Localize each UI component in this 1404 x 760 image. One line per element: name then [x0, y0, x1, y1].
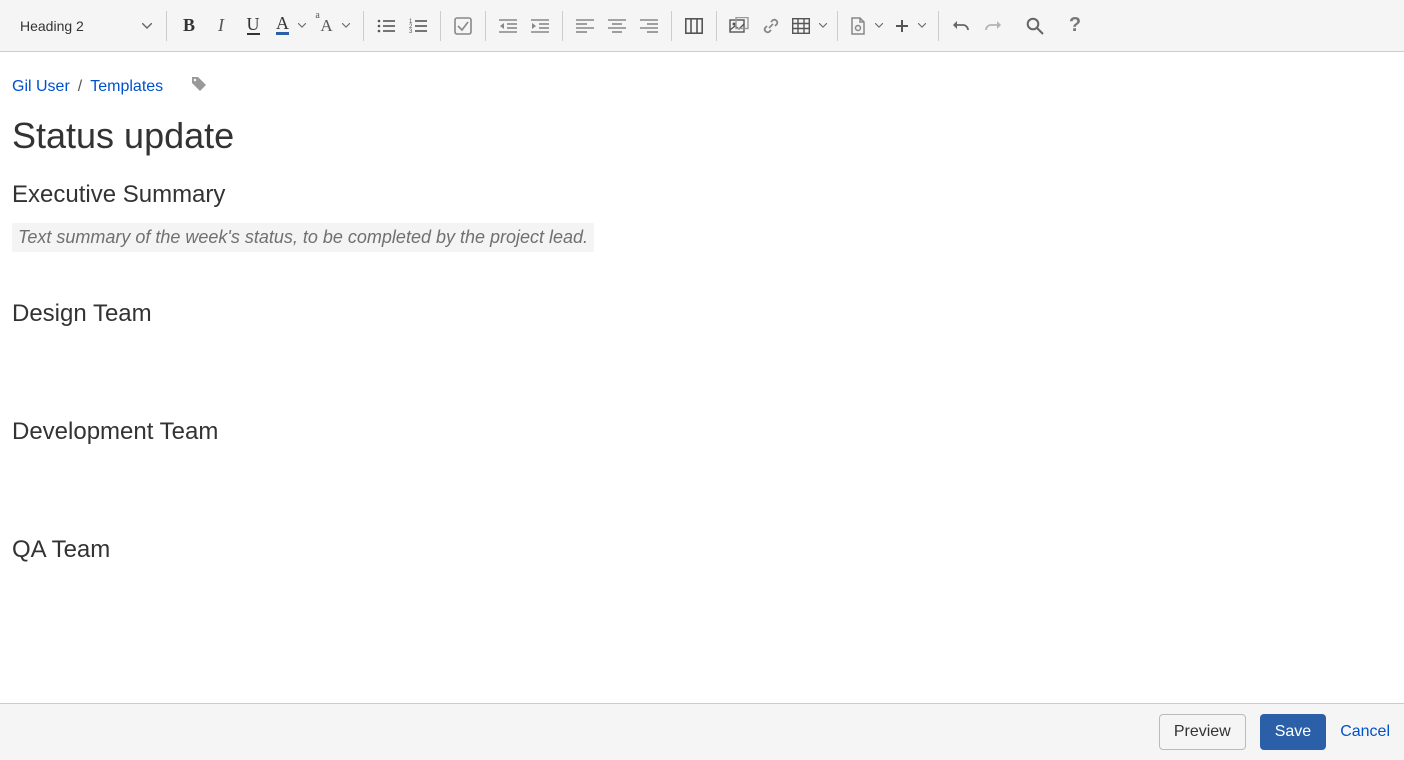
toolbar-separator [716, 11, 717, 41]
paragraph-style-label: Heading 2 [20, 18, 84, 34]
search-icon [1026, 17, 1044, 35]
align-center-icon [608, 18, 626, 34]
numbered-list-button[interactable]: 1 2 3 [402, 11, 434, 41]
align-left-button[interactable] [569, 11, 601, 41]
task-list-icon [454, 17, 472, 35]
task-list-button[interactable] [447, 11, 479, 41]
toolbar-separator [671, 11, 672, 41]
editor-toolbar: Heading 2 B I U A aA 1 2 3 [0, 0, 1404, 52]
plus-icon [895, 19, 909, 33]
page-layout-button[interactable] [678, 11, 710, 41]
breadcrumb: Gil User / Templates [12, 76, 1404, 97]
image-icon [729, 17, 749, 35]
text-color-button[interactable]: A [269, 11, 313, 41]
find-replace-button[interactable] [1019, 11, 1051, 41]
align-center-button[interactable] [601, 11, 633, 41]
caret-down-icon [342, 23, 350, 28]
template-icon [850, 17, 866, 35]
caret-down-icon [142, 23, 152, 29]
editor-footer: Preview Save Cancel [0, 703, 1404, 760]
breadcrumb-link-user[interactable]: Gil User [12, 78, 70, 96]
indent-icon [531, 18, 549, 34]
redo-icon [984, 18, 1002, 34]
link-icon [762, 17, 780, 35]
caret-down-icon [819, 23, 827, 28]
section-heading-executive-summary[interactable]: Executive Summary [12, 181, 1404, 209]
italic-icon: I [218, 15, 224, 36]
italic-button[interactable]: I [205, 11, 237, 41]
toolbar-separator [562, 11, 563, 41]
save-button[interactable]: Save [1260, 714, 1326, 750]
underline-button[interactable]: U [237, 11, 269, 41]
bold-icon: B [183, 15, 195, 36]
breadcrumb-link-templates[interactable]: Templates [90, 78, 163, 96]
section-heading-development[interactable]: Development Team [12, 418, 1404, 446]
section-heading-qa[interactable]: QA Team [12, 536, 1404, 564]
text-color-icon: A [276, 16, 289, 35]
help-icon: ? [1069, 14, 1081, 37]
page-title[interactable]: Status update [12, 115, 1404, 157]
toolbar-separator [363, 11, 364, 41]
placeholder-text[interactable]: Text summary of the week's status, to be… [12, 223, 594, 252]
toolbar-separator [485, 11, 486, 41]
svg-text:3: 3 [409, 29, 413, 34]
page-layout-icon [685, 18, 703, 34]
preview-button[interactable]: Preview [1159, 714, 1246, 750]
editor-content[interactable]: Gil User / Templates Status update Execu… [0, 52, 1404, 564]
labels-icon[interactable] [191, 76, 207, 97]
bullet-list-icon [377, 18, 395, 34]
align-left-icon [576, 18, 594, 34]
indent-button[interactable] [524, 11, 556, 41]
undo-icon [952, 18, 970, 34]
undo-button[interactable] [945, 11, 977, 41]
insert-table-button[interactable] [787, 11, 831, 41]
insert-image-button[interactable] [723, 11, 755, 41]
caret-down-icon [918, 23, 926, 28]
toolbar-separator [938, 11, 939, 41]
paragraph-style-select[interactable]: Heading 2 [6, 11, 160, 41]
toolbar-separator [440, 11, 441, 41]
caret-down-icon [298, 23, 306, 28]
table-icon [792, 18, 810, 34]
outdent-button[interactable] [492, 11, 524, 41]
outdent-icon [499, 18, 517, 34]
align-right-icon [640, 18, 658, 34]
cancel-link[interactable]: Cancel [1340, 723, 1390, 741]
insert-template-button[interactable] [844, 11, 888, 41]
numbered-list-icon: 1 2 3 [409, 18, 427, 34]
more-formatting-icon: aA [320, 16, 332, 36]
insert-link-button[interactable] [755, 11, 787, 41]
help-button[interactable]: ? [1059, 11, 1091, 41]
underline-icon: U [247, 17, 260, 35]
insert-more-button[interactable] [888, 11, 932, 41]
toolbar-separator [837, 11, 838, 41]
toolbar-separator [166, 11, 167, 41]
redo-button[interactable] [977, 11, 1009, 41]
section-heading-design[interactable]: Design Team [12, 300, 1404, 328]
caret-down-icon [875, 23, 883, 28]
more-formatting-button[interactable]: aA [313, 11, 357, 41]
bold-button[interactable]: B [173, 11, 205, 41]
breadcrumb-separator: / [78, 78, 82, 96]
align-right-button[interactable] [633, 11, 665, 41]
bullet-list-button[interactable] [370, 11, 402, 41]
